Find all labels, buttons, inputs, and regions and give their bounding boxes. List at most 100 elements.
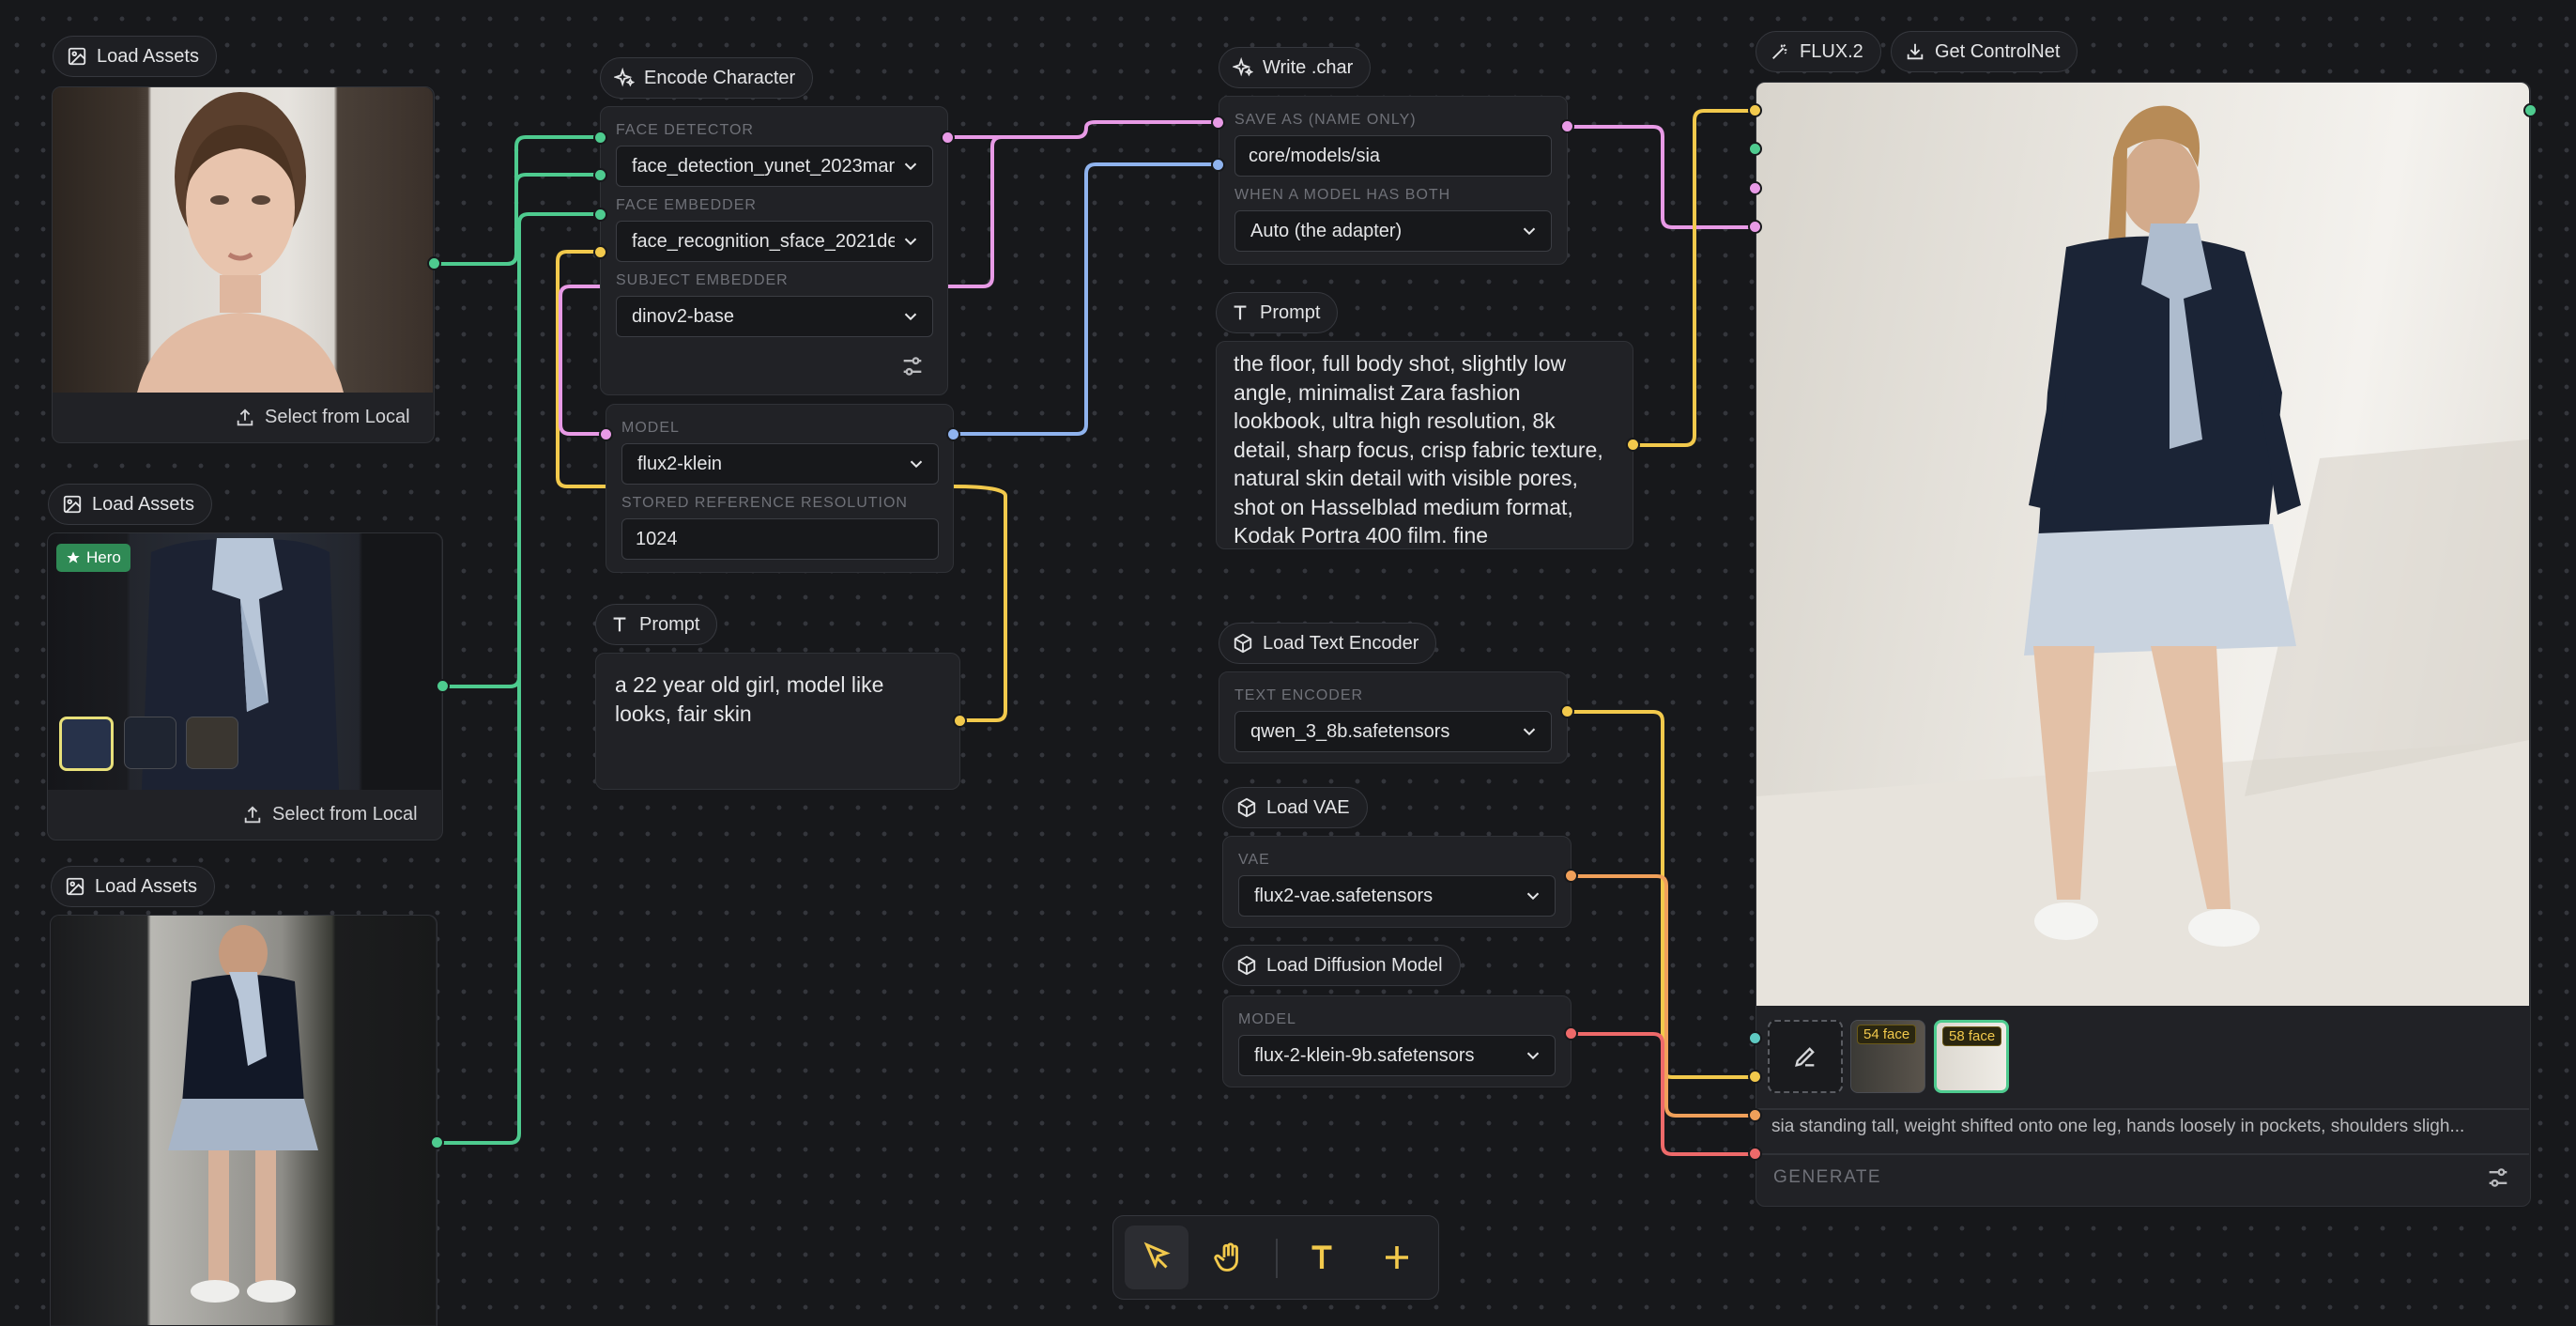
- load-assets-2-output-port[interactable]: [436, 679, 450, 693]
- select-from-local-button-1[interactable]: Select from Local: [235, 407, 410, 428]
- pan-tool-button[interactable]: [1198, 1226, 1262, 1289]
- prompt-tag-left[interactable]: Prompt: [595, 604, 718, 645]
- load-assets-node-1[interactable]: Select from Local: [52, 86, 435, 443]
- result-thumbnail-1[interactable]: 54 face: [1850, 1020, 1925, 1093]
- toolbar-divider: [1276, 1239, 1278, 1278]
- result-thumbnail-2[interactable]: 58 face: [1934, 1020, 2009, 1093]
- model-label: MODEL: [621, 420, 680, 436]
- load-assets-node-2[interactable]: Hero Select from Local: [47, 532, 443, 840]
- edit-thumbnail-button[interactable]: [1768, 1020, 1843, 1093]
- load-assets-tag-3[interactable]: Load Assets: [51, 866, 215, 907]
- asset-thumbnail-3[interactable]: [186, 717, 238, 769]
- generated-image[interactable]: [1756, 83, 2529, 1006]
- write-char-tag[interactable]: Write .char: [1219, 47, 1372, 88]
- prompt-node-right[interactable]: the floor, full body shot, slightly low …: [1216, 341, 1633, 549]
- select-from-local-label: Select from Local: [265, 407, 410, 427]
- prompt-preview[interactable]: sia standing tall, weight shifted onto o…: [1771, 1117, 2513, 1137]
- face-embedder-label: FACE EMBEDDER: [616, 197, 757, 213]
- when-both-select[interactable]: Auto (the adapter): [1234, 210, 1552, 252]
- load-assets-1-output-port[interactable]: [427, 256, 441, 270]
- flux-tab[interactable]: FLUX.2: [1756, 31, 1881, 72]
- model-output-port[interactable]: [946, 427, 960, 441]
- asset-thumbnail-2[interactable]: [124, 717, 176, 769]
- select-from-local-label: Select from Local: [272, 804, 418, 825]
- model-input-port[interactable]: [599, 427, 613, 441]
- write-char-output-port[interactable]: [1560, 119, 1574, 133]
- encode-port-face-embedder[interactable]: [593, 168, 607, 182]
- encode-port-prompt[interactable]: [593, 245, 607, 259]
- asset-thumbnail-1[interactable]: [59, 717, 114, 771]
- generate-button[interactable]: GENERATE: [1773, 1167, 1881, 1188]
- vae-select[interactable]: flux2-vae.safetensors: [1238, 875, 1556, 917]
- chevron-down-icon: [904, 238, 917, 246]
- plus-icon: [1386, 1246, 1408, 1269]
- save-as-input[interactable]: core/models/sia: [1234, 135, 1552, 177]
- load-text-encoder-tag[interactable]: Load Text Encoder: [1219, 623, 1437, 664]
- face-embedder-select[interactable]: face_recognition_sface_2021dec: [616, 221, 933, 262]
- add-node-button[interactable]: [1365, 1226, 1429, 1289]
- cube-icon: [1237, 797, 1256, 818]
- image-icon: [63, 495, 82, 514]
- output-port-character[interactable]: [1748, 142, 1762, 156]
- subject-embedder-select[interactable]: dinov2-base: [616, 296, 933, 337]
- output-port-prompt[interactable]: [1748, 103, 1762, 117]
- prompt-right-output-port[interactable]: [1626, 438, 1640, 452]
- wand-icon: [1772, 44, 1787, 59]
- sliders-icon[interactable]: [899, 353, 926, 379]
- load-assets-tag-1[interactable]: Load Assets: [53, 36, 217, 77]
- prompt-left-output-port[interactable]: [953, 714, 967, 728]
- load-assets-node-3[interactable]: [50, 915, 437, 1326]
- street-image: [51, 916, 436, 1325]
- load-diffusion-tag[interactable]: Load Diffusion Model: [1222, 945, 1461, 986]
- hero-badge-label: Hero: [86, 548, 121, 566]
- resolution-input[interactable]: 1024: [621, 518, 939, 560]
- output-port-diffusion[interactable]: [1748, 1147, 1762, 1161]
- vae-output-port[interactable]: [1564, 869, 1578, 883]
- output-port-vae[interactable]: [1748, 1108, 1762, 1122]
- load-assets-3-output-port[interactable]: [430, 1135, 444, 1149]
- load-assets-title: Load Assets: [92, 493, 194, 515]
- model-select[interactable]: flux2-klein: [621, 443, 939, 485]
- cube-icon: [1234, 633, 1252, 654]
- encode-port-subject[interactable]: [593, 208, 607, 222]
- load-vae-node: VAE flux2-vae.safetensors: [1222, 836, 1572, 928]
- chevron-down-icon: [1526, 1052, 1540, 1060]
- face-detector-select[interactable]: face_detection_yunet_2023mar: [616, 146, 933, 187]
- download-icon: [1907, 43, 1924, 60]
- write-char-input-character[interactable]: [1211, 116, 1225, 130]
- diffusion-model-select[interactable]: flux-2-klein-9b.safetensors: [1238, 1035, 1556, 1076]
- select-from-local-button-2[interactable]: Select from Local: [242, 804, 418, 825]
- load-vae-tag[interactable]: Load VAE: [1222, 787, 1368, 828]
- flux-tab-label: FLUX.2: [1800, 40, 1863, 62]
- encode-character-tag[interactable]: Encode Character: [600, 57, 814, 99]
- text-icon: [1234, 305, 1247, 320]
- prompt-text-left[interactable]: a 22 year old girl, model like looks, fa…: [615, 671, 934, 728]
- prompt-tag-right[interactable]: Prompt: [1216, 292, 1339, 333]
- sliders-icon[interactable]: [2485, 1164, 2511, 1191]
- text-tool-button[interactable]: [1290, 1226, 1354, 1289]
- output-port-teal[interactable]: [1748, 1031, 1762, 1045]
- diffusion-model-value: flux-2-klein-9b.safetensors: [1254, 1044, 1475, 1066]
- select-tool-button[interactable]: [1125, 1226, 1188, 1289]
- diffusion-output-port[interactable]: [1564, 1026, 1578, 1041]
- output-port-pink[interactable]: [1748, 181, 1762, 195]
- upload-icon: [244, 805, 261, 823]
- subject-embedder-label: SUBJECT EMBEDDER: [616, 272, 789, 288]
- portrait-image: [53, 87, 433, 393]
- text-encoder-select[interactable]: qwen_3_8b.safetensors: [1234, 711, 1552, 752]
- write-char-input-model[interactable]: [1211, 158, 1225, 172]
- encode-port-face-detector[interactable]: [593, 131, 607, 145]
- output-port-char[interactable]: [1748, 220, 1762, 234]
- output-node-port-out[interactable]: [2523, 103, 2538, 117]
- text-encoder-output-port[interactable]: [1560, 704, 1574, 718]
- encode-output-character[interactable]: [941, 131, 955, 145]
- load-assets-tag-2[interactable]: Load Assets: [48, 484, 212, 525]
- save-as-label: SAVE AS (NAME ONLY): [1234, 112, 1417, 128]
- star-icon: [67, 551, 80, 563]
- output-port-text-encoder[interactable]: [1748, 1070, 1762, 1084]
- get-controlnet-tab[interactable]: Get ControlNet: [1891, 31, 2078, 72]
- prompt-text-right[interactable]: the floor, full body shot, slightly low …: [1234, 349, 1618, 543]
- load-text-encoder-node: TEXT ENCODER qwen_3_8b.safetensors: [1219, 671, 1568, 763]
- sparkle-icon: [1233, 57, 1253, 77]
- prompt-node-left[interactable]: a 22 year old girl, model like looks, fa…: [595, 653, 960, 790]
